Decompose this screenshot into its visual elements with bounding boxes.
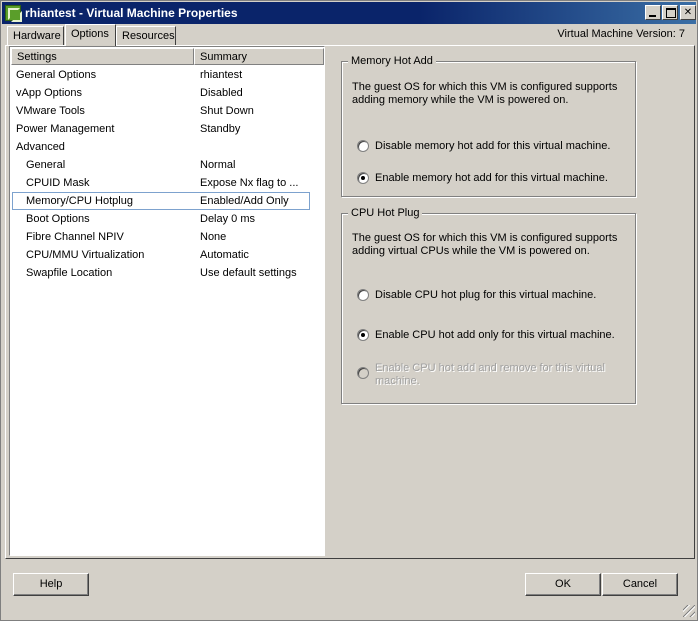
setting-summary: Standby <box>200 123 241 135</box>
cpu-hot-plug-group: CPU Hot Plug The guest OS for which this… <box>341 207 636 404</box>
settings-row-memory-cpu-hotplug[interactable]: Memory/CPU Hotplug Enabled/Add Only <box>12 192 310 210</box>
setting-summary: Automatic <box>200 249 249 261</box>
vm-properties-window: rhiantest - Virtual Machine Properties H… <box>0 0 698 621</box>
setting-name: Fibre Channel NPIV <box>26 231 124 243</box>
memory-hot-add-legend: Memory Hot Add <box>348 55 436 67</box>
settings-row-swapfile-location[interactable]: Swapfile Location Use default settings <box>12 264 310 282</box>
column-header-summary[interactable]: Summary <box>194 48 324 65</box>
setting-name: Swapfile Location <box>26 267 113 279</box>
settings-row-general-options[interactable]: General Options rhiantest <box>12 66 310 84</box>
title-bar[interactable]: rhiantest - Virtual Machine Properties <box>2 2 696 24</box>
setting-summary: Shut Down <box>200 105 254 117</box>
setting-name: Memory/CPU Hotplug <box>26 195 133 207</box>
cpu-hot-plug-description: The guest OS for which this VM is config… <box>352 232 618 257</box>
setting-summary: rhiantest <box>200 69 243 81</box>
help-button[interactable]: Help <box>13 573 89 596</box>
radio-label: Enable CPU hot add only for this virtual… <box>375 329 615 341</box>
column-header-settings[interactable]: Settings <box>11 48 194 65</box>
settings-row-vapp-options[interactable]: vApp Options Disabled <box>12 84 310 102</box>
vm-version-label: Virtual Machine Version: 7 <box>557 28 685 40</box>
settings-row-vmware-tools[interactable]: VMware Tools Shut Down <box>12 102 310 120</box>
setting-summary: None <box>200 231 227 243</box>
setting-summary: Delay 0 ms <box>200 213 256 225</box>
radio-label: Enable memory hot add for this virtual m… <box>375 172 608 184</box>
setting-name: General Options <box>16 69 97 81</box>
minimize-button[interactable] <box>645 5 661 20</box>
disable-memory-hot-add-radio[interactable] <box>357 140 369 152</box>
settings-row-fibre-channel-npiv[interactable]: Fibre Channel NPIV None <box>12 228 310 246</box>
settings-list[interactable]: Settings Summary General Options rhiante… <box>9 46 325 556</box>
cancel-button[interactable]: Cancel <box>602 573 678 596</box>
setting-name: Boot Options <box>26 213 90 225</box>
setting-name: Advanced <box>16 141 65 153</box>
close-button[interactable] <box>680 5 696 20</box>
vmware-app-icon <box>5 5 22 22</box>
radio-label: Disable memory hot add for this virtual … <box>375 140 611 152</box>
setting-summary: Expose Nx flag to ... <box>200 177 299 189</box>
setting-name: CPUID Mask <box>26 177 90 189</box>
settings-row-general[interactable]: General Normal <box>12 156 310 174</box>
setting-name: General <box>26 159 66 171</box>
settings-row-cpuid-mask[interactable]: CPUID Mask Expose Nx flag to ... <box>12 174 310 192</box>
settings-list-header: Settings Summary <box>11 48 324 65</box>
settings-row-power-management[interactable]: Power Management Standby <box>12 120 310 138</box>
resize-grip-icon[interactable] <box>683 605 695 617</box>
setting-name: CPU/MMU Virtualization <box>26 249 145 261</box>
memory-hot-add-group: Memory Hot Add The guest OS for which th… <box>341 55 636 197</box>
cpu-hot-plug-legend: CPU Hot Plug <box>348 207 423 219</box>
enable-cpu-hot-add-remove-radio <box>357 367 369 379</box>
setting-name: vApp Options <box>16 87 83 99</box>
tab-resources[interactable]: Resources <box>116 26 176 45</box>
enable-cpu-hot-add-only-radio[interactable] <box>357 329 369 341</box>
tab-options[interactable]: Options <box>65 24 116 46</box>
setting-name: VMware Tools <box>16 105 85 117</box>
enable-memory-hot-add-radio[interactable] <box>357 172 369 184</box>
setting-name: Power Management <box>16 123 115 135</box>
disable-cpu-hot-plug-radio[interactable] <box>357 289 369 301</box>
setting-summary: Use default settings <box>200 267 297 279</box>
memory-hot-add-description: The guest OS for which this VM is config… <box>352 81 618 106</box>
setting-summary: Disabled <box>200 87 243 99</box>
setting-summary: Normal <box>200 159 236 171</box>
window-title: rhiantest - Virtual Machine Properties <box>25 6 238 20</box>
settings-row-cpu-mmu-virtualization[interactable]: CPU/MMU Virtualization Automatic <box>12 246 310 264</box>
radio-label: Disable CPU hot plug for this virtual ma… <box>375 289 597 301</box>
settings-row-boot-options[interactable]: Boot Options Delay 0 ms <box>12 210 310 228</box>
ok-button[interactable]: OK <box>525 573 601 596</box>
radio-label: Enable CPU hot add and remove for this v… <box>375 362 605 387</box>
setting-summary: Enabled/Add Only <box>200 195 289 207</box>
settings-row-advanced[interactable]: Advanced <box>12 138 310 156</box>
tab-hardware[interactable]: Hardware <box>7 26 64 45</box>
maximize-button[interactable] <box>662 5 678 20</box>
